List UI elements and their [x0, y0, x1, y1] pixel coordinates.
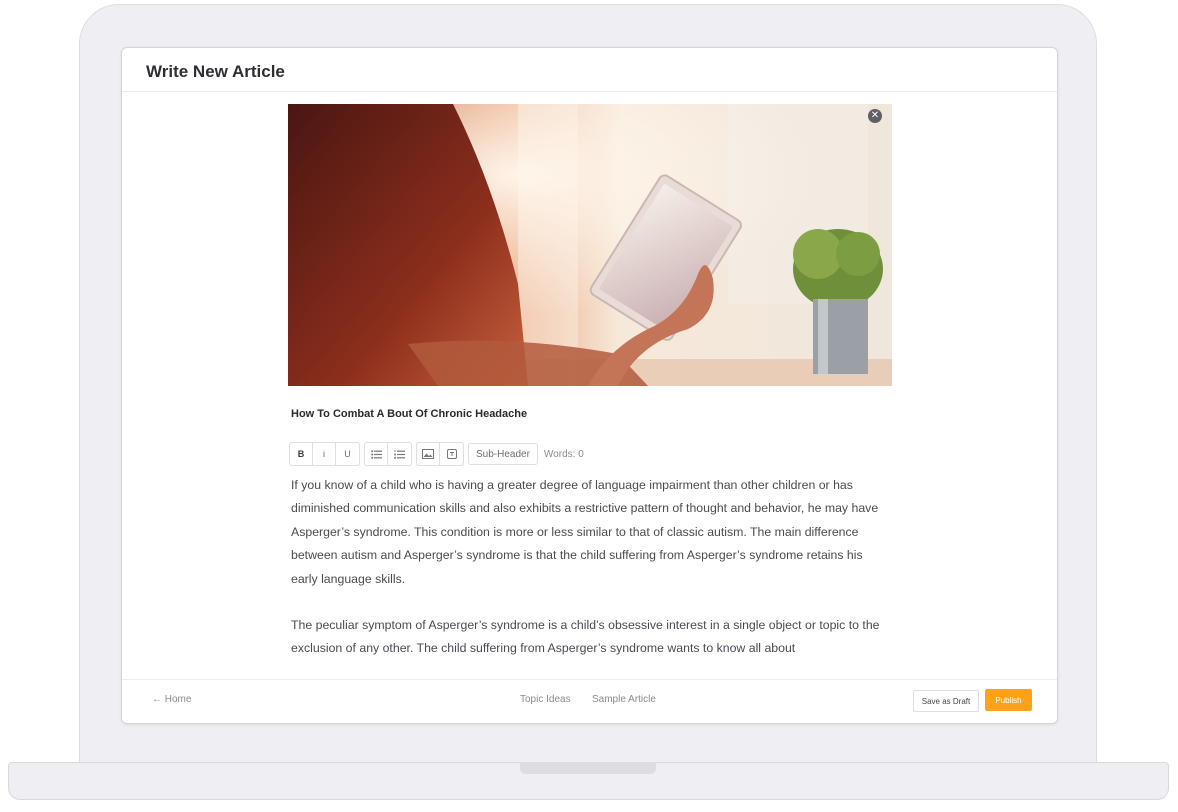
article-paragraph: The peculiar symptom of Asperger’s syndr…	[291, 618, 880, 656]
editor-window: Write New Article How To Combat A Bout O…	[121, 47, 1058, 724]
save-draft-button[interactable]: Save as Draft	[913, 690, 979, 712]
laptop-notch	[520, 762, 656, 774]
list-group	[364, 442, 412, 466]
article-paragraph: If you know of a child who is having a g…	[291, 478, 879, 586]
word-count: Words: 0	[543, 448, 584, 460]
publish-button[interactable]: Publish	[985, 689, 1032, 711]
editor-header: Write New Article	[122, 48, 1057, 92]
image-icon	[422, 449, 434, 459]
insert-image-button[interactable]	[417, 443, 440, 465]
bullet-list-button[interactable]	[365, 443, 388, 465]
quote-icon	[446, 449, 457, 459]
hero-photo	[288, 104, 892, 386]
numbered-list-icon	[394, 449, 405, 459]
home-link[interactable]: ← Home	[152, 694, 191, 705]
numbered-list-button[interactable]	[388, 443, 411, 465]
editor-footer: ← Home Topic Ideas Sample Article Save a…	[122, 679, 1057, 723]
italic-button[interactable]: i	[313, 443, 336, 465]
subheader-button[interactable]: Sub-Header	[468, 443, 538, 465]
article-body[interactable]: If you know of a child who is having a g…	[291, 474, 889, 684]
bold-button[interactable]: B	[290, 443, 313, 465]
sample-article-link[interactable]: Sample Article	[592, 694, 656, 705]
page-title: Write New Article	[146, 62, 285, 81]
bullet-list-icon	[370, 449, 382, 459]
insert-quote-button[interactable]	[440, 443, 463, 465]
hero-image	[288, 104, 892, 386]
topic-ideas-link[interactable]: Topic Ideas	[520, 694, 571, 705]
article-title[interactable]: How To Combat A Bout Of Chronic Headache	[291, 408, 527, 420]
insert-group	[416, 442, 464, 466]
close-icon[interactable]: ✕	[868, 109, 882, 123]
underline-button[interactable]: U	[336, 443, 359, 465]
text-style-group: B i U	[289, 442, 360, 466]
formatting-toolbar: B i U Sub-Header Words: 0	[289, 442, 584, 466]
